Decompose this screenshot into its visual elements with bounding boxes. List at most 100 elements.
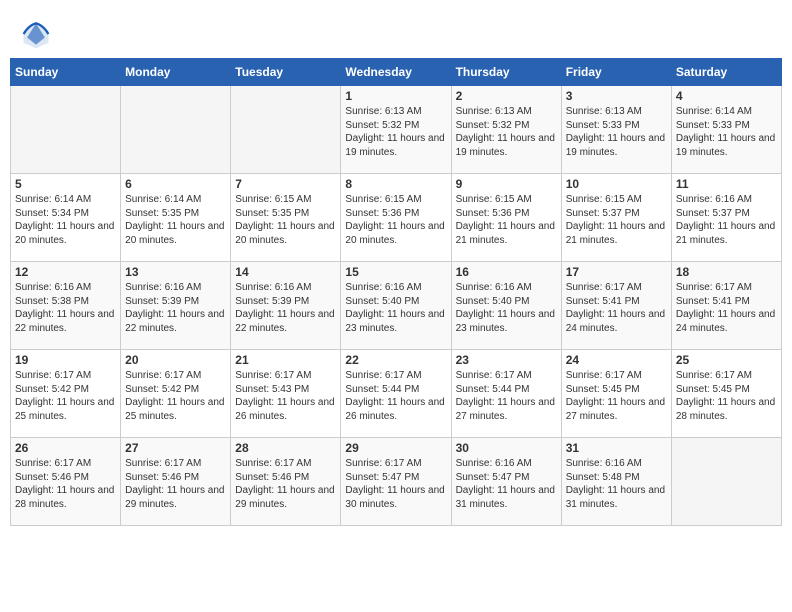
calendar-cell: 27 Sunrise: 6:17 AM Sunset: 5:46 PM Dayli… <box>121 438 231 526</box>
calendar-cell <box>11 86 121 174</box>
day-info: Sunrise: 6:15 AM Sunset: 5:37 PM Dayligh… <box>566 193 667 247</box>
day-number: 26 <box>15 441 116 455</box>
day-info: Sunrise: 6:13 AM Sunset: 5:32 PM Dayligh… <box>345 105 446 159</box>
day-info: Sunrise: 6:15 AM Sunset: 5:35 PM Dayligh… <box>235 193 336 247</box>
day-number: 18 <box>676 265 777 279</box>
day-info: Sunrise: 6:13 AM Sunset: 5:32 PM Dayligh… <box>456 105 557 159</box>
day-number: 21 <box>235 353 336 367</box>
calendar-cell: 7 Sunrise: 6:15 AM Sunset: 5:35 PM Daylig… <box>231 174 341 262</box>
calendar-cell <box>231 86 341 174</box>
calendar-cell: 17 Sunrise: 6:17 AM Sunset: 5:41 PM Dayli… <box>561 262 671 350</box>
day-number: 22 <box>345 353 446 367</box>
day-number: 17 <box>566 265 667 279</box>
day-info: Sunrise: 6:17 AM Sunset: 5:45 PM Dayligh… <box>566 369 667 423</box>
day-info: Sunrise: 6:16 AM Sunset: 5:48 PM Dayligh… <box>566 457 667 511</box>
day-info: Sunrise: 6:17 AM Sunset: 5:41 PM Dayligh… <box>566 281 667 335</box>
calendar-cell: 8Sunrise: 6:15 AM Sunset: 5:36 PM Daylig… <box>341 174 451 262</box>
day-number: 3 <box>566 89 667 103</box>
calendar-cell: 5Sunrise: 6:14 AM Sunset: 5:34 PM Daylig… <box>11 174 121 262</box>
day-number: 16 <box>456 265 557 279</box>
calendar-cell: 18 Sunrise: 6:17 AM Sunset: 5:41 PM Dayli… <box>671 262 781 350</box>
day-info: Sunrise: 6:17 AM Sunset: 5:42 PM Dayligh… <box>125 369 226 423</box>
day-info: Sunrise: 6:17 AM Sunset: 5:46 PM Dayligh… <box>235 457 336 511</box>
day-info: Sunrise: 6:17 AM Sunset: 5:46 PM Dayligh… <box>125 457 226 511</box>
day-info: Sunrise: 6:16 AM Sunset: 5:39 PM Dayligh… <box>125 281 226 335</box>
day-info: Sunrise: 6:15 AM Sunset: 5:36 PM Dayligh… <box>456 193 557 247</box>
calendar-cell: 30 Sunrise: 6:16 AM Sunset: 5:47 PM Dayli… <box>451 438 561 526</box>
weekday-header-monday: Monday <box>121 59 231 86</box>
day-info: Sunrise: 6:16 AM Sunset: 5:47 PM Dayligh… <box>456 457 557 511</box>
day-info: Sunrise: 6:17 AM Sunset: 5:42 PM Dayligh… <box>15 369 116 423</box>
day-number: 10 <box>566 177 667 191</box>
day-number: 31 <box>566 441 667 455</box>
day-number: 4 <box>676 89 777 103</box>
day-number: 24 <box>566 353 667 367</box>
calendar-cell: 13 Sunrise: 6:16 AM Sunset: 5:39 PM Dayli… <box>121 262 231 350</box>
day-number: 12 <box>15 265 116 279</box>
calendar-cell: 19 Sunrise: 6:17 AM Sunset: 5:42 PM Dayli… <box>11 350 121 438</box>
day-number: 11 <box>676 177 777 191</box>
day-info: Sunrise: 6:16 AM Sunset: 5:40 PM Dayligh… <box>456 281 557 335</box>
calendar-cell: 25 Sunrise: 6:17 AM Sunset: 5:45 PM Dayli… <box>671 350 781 438</box>
calendar-cell: 14 Sunrise: 6:16 AM Sunset: 5:39 PM Dayli… <box>231 262 341 350</box>
weekday-header-wednesday: Wednesday <box>341 59 451 86</box>
day-info: Sunrise: 6:17 AM Sunset: 5:47 PM Dayligh… <box>345 457 446 511</box>
calendar-week-row: 19 Sunrise: 6:17 AM Sunset: 5:42 PM Dayli… <box>11 350 782 438</box>
calendar-cell: 6 Sunrise: 6:14 AM Sunset: 5:35 PM Daylig… <box>121 174 231 262</box>
weekday-header-saturday: Saturday <box>671 59 781 86</box>
calendar-cell: 11 Sunrise: 6:16 AM Sunset: 5:37 PM Dayli… <box>671 174 781 262</box>
calendar-cell: 29 Sunrise: 6:17 AM Sunset: 5:47 PM Dayli… <box>341 438 451 526</box>
calendar-cell <box>671 438 781 526</box>
day-number: 13 <box>125 265 226 279</box>
calendar-cell: 2 Sunrise: 6:13 AM Sunset: 5:32 PM Daylig… <box>451 86 561 174</box>
day-number: 9 <box>456 177 557 191</box>
day-number: 30 <box>456 441 557 455</box>
day-info: Sunrise: 6:14 AM Sunset: 5:33 PM Dayligh… <box>676 105 777 159</box>
calendar-cell: 9 Sunrise: 6:15 AM Sunset: 5:36 PM Daylig… <box>451 174 561 262</box>
page-header <box>10 10 782 54</box>
calendar-cell: 4 Sunrise: 6:14 AM Sunset: 5:33 PM Daylig… <box>671 86 781 174</box>
calendar-table: SundayMondayTuesdayWednesdayThursdayFrid… <box>10 58 782 526</box>
calendar-cell: 20 Sunrise: 6:17 AM Sunset: 5:42 PM Dayli… <box>121 350 231 438</box>
logo-icon <box>20 18 52 50</box>
calendar-header-row: SundayMondayTuesdayWednesdayThursdayFrid… <box>11 59 782 86</box>
day-number: 20 <box>125 353 226 367</box>
day-number: 15 <box>345 265 446 279</box>
day-number: 27 <box>125 441 226 455</box>
day-number: 2 <box>456 89 557 103</box>
day-info: Sunrise: 6:17 AM Sunset: 5:41 PM Dayligh… <box>676 281 777 335</box>
day-number: 29 <box>345 441 446 455</box>
calendar-week-row: 5Sunrise: 6:14 AM Sunset: 5:34 PM Daylig… <box>11 174 782 262</box>
logo <box>20 18 56 50</box>
day-number: 14 <box>235 265 336 279</box>
calendar-cell: 16 Sunrise: 6:16 AM Sunset: 5:40 PM Dayli… <box>451 262 561 350</box>
calendar-cell: 31 Sunrise: 6:16 AM Sunset: 5:48 PM Dayli… <box>561 438 671 526</box>
calendar-cell: 3Sunrise: 6:13 AM Sunset: 5:33 PM Daylig… <box>561 86 671 174</box>
day-number: 7 <box>235 177 336 191</box>
day-info: Sunrise: 6:14 AM Sunset: 5:35 PM Dayligh… <box>125 193 226 247</box>
day-info: Sunrise: 6:16 AM Sunset: 5:39 PM Dayligh… <box>235 281 336 335</box>
calendar-cell: 15 Sunrise: 6:16 AM Sunset: 5:40 PM Dayli… <box>341 262 451 350</box>
day-number: 25 <box>676 353 777 367</box>
weekday-header-thursday: Thursday <box>451 59 561 86</box>
calendar-cell <box>121 86 231 174</box>
day-number: 19 <box>15 353 116 367</box>
day-number: 28 <box>235 441 336 455</box>
calendar-cell: 23 Sunrise: 6:17 AM Sunset: 5:44 PM Dayli… <box>451 350 561 438</box>
day-info: Sunrise: 6:16 AM Sunset: 5:40 PM Dayligh… <box>345 281 446 335</box>
day-number: 6 <box>125 177 226 191</box>
calendar-week-row: 12Sunrise: 6:16 AM Sunset: 5:38 PM Dayli… <box>11 262 782 350</box>
day-number: 23 <box>456 353 557 367</box>
day-info: Sunrise: 6:17 AM Sunset: 5:44 PM Dayligh… <box>345 369 446 423</box>
calendar-week-row: 1Sunrise: 6:13 AM Sunset: 5:32 PM Daylig… <box>11 86 782 174</box>
day-info: Sunrise: 6:17 AM Sunset: 5:43 PM Dayligh… <box>235 369 336 423</box>
calendar-cell: 26Sunrise: 6:17 AM Sunset: 5:46 PM Dayli… <box>11 438 121 526</box>
day-info: Sunrise: 6:17 AM Sunset: 5:45 PM Dayligh… <box>676 369 777 423</box>
weekday-header-friday: Friday <box>561 59 671 86</box>
day-info: Sunrise: 6:17 AM Sunset: 5:44 PM Dayligh… <box>456 369 557 423</box>
calendar-cell: 12Sunrise: 6:16 AM Sunset: 5:38 PM Dayli… <box>11 262 121 350</box>
weekday-header-sunday: Sunday <box>11 59 121 86</box>
weekday-header-tuesday: Tuesday <box>231 59 341 86</box>
day-info: Sunrise: 6:16 AM Sunset: 5:37 PM Dayligh… <box>676 193 777 247</box>
day-number: 8 <box>345 177 446 191</box>
